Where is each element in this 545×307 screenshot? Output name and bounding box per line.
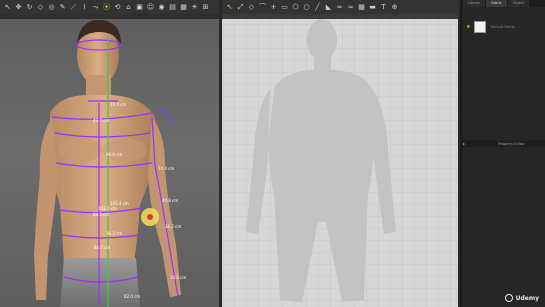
sew-icon[interactable]: ⤳ xyxy=(90,0,101,14)
fabric-swatch[interactable] xyxy=(474,21,487,33)
measurement-labels: 10.4 cm 43.7 cm 96.0 cm 74.4 cm 105.4 cm… xyxy=(93,102,186,299)
viewport-3d[interactable]: 10.4 cm 43.7 cm 96.0 cm 74.4 cm 105.4 cm… xyxy=(0,0,221,307)
select-icon[interactable]: ↖ xyxy=(2,0,13,14)
move-icon[interactable]: ✥ xyxy=(13,0,24,14)
pin-icon[interactable]: ✎ xyxy=(57,0,68,14)
measure-label-8: 40.8 cm xyxy=(162,198,178,203)
rotate-view-icon[interactable]: ⟲ xyxy=(112,0,123,14)
avatar-icon[interactable]: ☺ xyxy=(145,0,156,14)
select-pattern-icon[interactable]: ↖ xyxy=(224,0,235,14)
measure-label-7: 84.5 cm xyxy=(93,212,109,217)
property-editor-title: Property Editor xyxy=(498,141,525,146)
side-panel-tabs: Library Fabric Object xyxy=(460,0,545,7)
star-icon: ★ xyxy=(466,24,471,30)
toolbar-3d: ↖ ✥ ↻ ◇ ◎ ✎ ⟋ ⌇ ⤳ ⦿ ⟲ ⌂ ▣ ☺ ◉ ▤ ▦ ☀ ⊞ xyxy=(0,0,219,14)
brand-logo-icon xyxy=(504,294,513,302)
tuck-icon[interactable]: ⌇ xyxy=(79,0,90,14)
rectangle-icon[interactable]: ▭ xyxy=(279,0,290,14)
texture-icon[interactable]: ▦ xyxy=(178,0,189,14)
collapse-arrow-icon[interactable]: ▸ xyxy=(463,141,465,146)
camera-icon[interactable]: ◉ xyxy=(156,0,167,14)
rotate-icon[interactable]: ↻ xyxy=(24,0,35,14)
free-sew-icon[interactable]: ⦿ xyxy=(101,0,112,14)
dart-icon[interactable]: ◣ xyxy=(323,0,334,14)
fabric-list-item[interactable]: ★ Default Fabric xyxy=(466,21,515,33)
garment-icon[interactable]: ▣ xyxy=(134,0,145,14)
toolbar-2d-secondary xyxy=(222,14,458,19)
viewport-2d[interactable]: ↖ ⤢ ◇ ⌒ + ▭ ⬠ ○ ╱ ◣ ═ ≈ ▦ ▬ T ⊕ xyxy=(222,0,458,307)
tab-object[interactable]: Object xyxy=(507,0,530,7)
watermark: Udemy xyxy=(504,294,539,302)
measure-label-10: 26.2 cm xyxy=(165,224,181,229)
measure-label-13: 62.0 cm xyxy=(124,294,140,299)
zoom-icon[interactable]: ⊕ xyxy=(389,0,400,14)
property-editor-header[interactable]: ▸ Property Editor xyxy=(460,140,545,147)
free-sew-icon-2d[interactable]: ≈ xyxy=(345,0,356,14)
wire-icon[interactable]: ⊞ xyxy=(200,0,211,14)
light-icon[interactable]: ☀ xyxy=(189,0,200,14)
app-window: 10.4 cm 43.7 cm 96.0 cm 74.4 cm 105.4 cm… xyxy=(0,0,545,307)
grid-icon[interactable]: ▦ xyxy=(356,0,367,14)
curve-icon[interactable]: ⌒ xyxy=(257,0,268,14)
brand-text: Udemy xyxy=(515,294,539,302)
ruler-icon[interactable]: ▬ xyxy=(367,0,378,14)
side-panel-splitter[interactable] xyxy=(460,0,462,307)
add-point-icon[interactable]: + xyxy=(268,0,279,14)
fabric-item-label: Default Fabric xyxy=(490,25,515,29)
measure-label-4: 74.4 cm xyxy=(158,166,174,171)
measure-label-12: 84.7 cm xyxy=(94,245,110,250)
polygon-icon[interactable]: ⬠ xyxy=(290,0,301,14)
measure-label-6: 143.2 cm xyxy=(98,206,117,211)
internal-line-icon[interactable]: ╱ xyxy=(312,0,323,14)
tab-fabric[interactable]: Fabric xyxy=(486,0,507,7)
measure-label-11: 14.6 cm xyxy=(170,275,186,280)
toolbar-3d-secondary xyxy=(0,14,219,19)
segment-sew-icon[interactable]: ═ xyxy=(334,0,345,14)
reset-view-icon[interactable]: ⌂ xyxy=(123,0,134,14)
tab-library[interactable]: Library xyxy=(463,0,486,7)
avatar-silhouette xyxy=(246,19,396,302)
circle-icon[interactable]: ○ xyxy=(301,0,312,14)
measure-label-2: 43.7 cm xyxy=(93,118,109,123)
fold-icon[interactable]: ⟋ xyxy=(68,0,79,14)
measure-label-1: 10.4 cm xyxy=(110,102,126,107)
transform-icon[interactable]: ⤢ xyxy=(235,0,246,14)
tape-measure-icon[interactable]: ◎ xyxy=(46,0,57,14)
measure-label-9: 36.2 cm xyxy=(106,231,122,236)
text-icon[interactable]: T xyxy=(378,0,389,14)
edit-point-icon[interactable]: ◇ xyxy=(246,0,257,14)
side-panel: Library Fabric Object ★ Default Fabric ▸… xyxy=(460,0,545,307)
toolbar-2d: ↖ ⤢ ◇ ⌒ + ▭ ⬠ ○ ╱ ◣ ═ ≈ ▦ ▬ T ⊕ xyxy=(222,0,458,14)
edit-points-icon[interactable]: ◇ xyxy=(35,0,46,14)
snapshot-icon[interactable]: ▤ xyxy=(167,0,178,14)
measure-label-3: 96.0 cm xyxy=(106,152,122,157)
